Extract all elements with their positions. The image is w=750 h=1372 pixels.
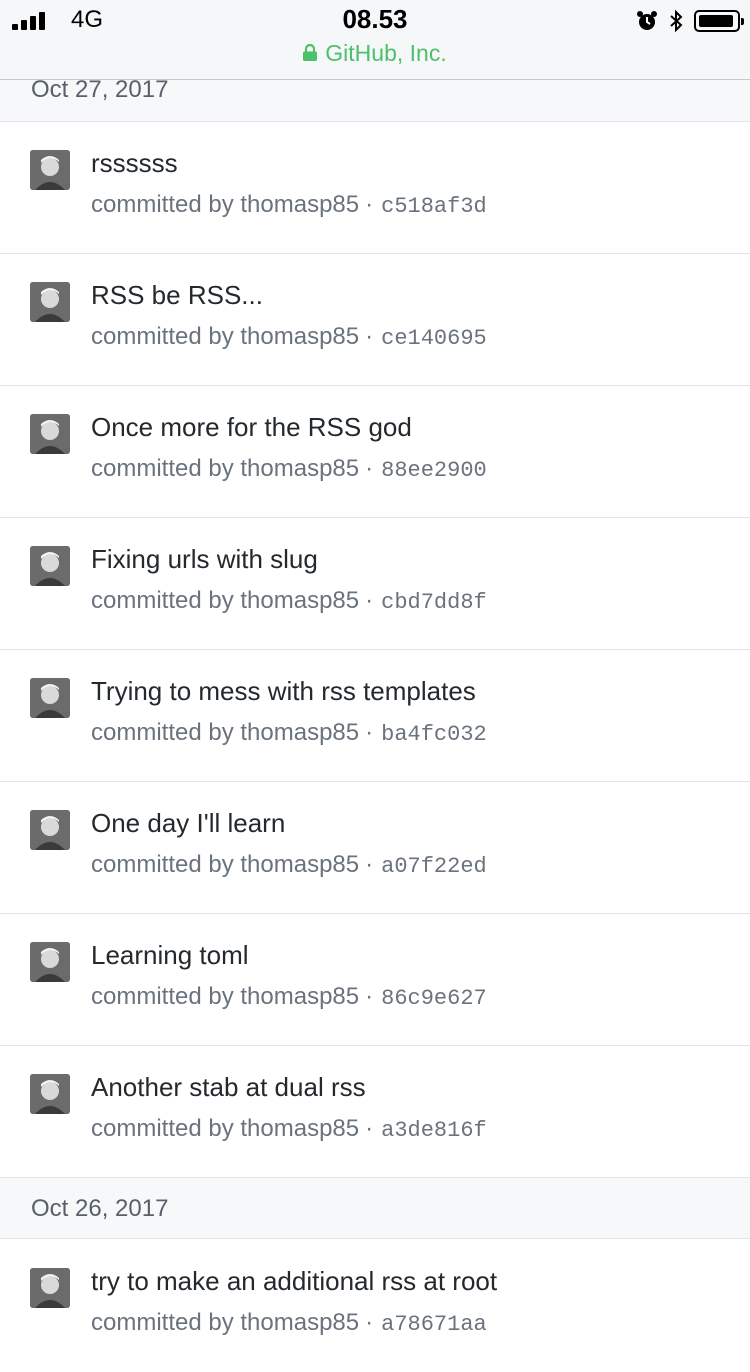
commit-row[interactable]: One day I'll learn committed by thomasp8…: [0, 782, 750, 914]
commit-row[interactable]: try to make an additional rss at root co…: [0, 1240, 750, 1372]
commit-meta: committed by thomasp85 · 88ee2900: [91, 455, 487, 483]
commit-author[interactable]: committed by thomasp85: [91, 1115, 359, 1142]
commit-message[interactable]: Trying to mess with rss templates: [91, 676, 476, 707]
commit-sha[interactable]: cbd7dd8f: [381, 590, 487, 615]
commit-sha[interactable]: a78671aa: [381, 1312, 487, 1337]
avatar[interactable]: [30, 546, 70, 586]
commit-row[interactable]: RSS be RSS... committed by thomasp85 · ce1…: [0, 254, 750, 386]
commit-meta: committed by thomasp85 · cbd7dd8f: [91, 587, 487, 615]
avatar[interactable]: [30, 1074, 70, 1114]
lock-icon: [303, 44, 318, 62]
site-name: GitHub, Inc.: [325, 40, 447, 66]
avatar[interactable]: [30, 150, 70, 190]
commit-message[interactable]: Once more for the RSS god: [91, 412, 412, 443]
commit-sha[interactable]: 88ee2900: [381, 458, 487, 483]
commit-author[interactable]: committed by thomasp85: [91, 983, 359, 1010]
avatar[interactable]: [30, 282, 70, 322]
separator: ·: [365, 323, 374, 350]
commit-meta: committed by thomasp85 · ba4fc032: [91, 719, 487, 747]
commit-author[interactable]: committed by thomasp85: [91, 587, 359, 614]
commit-message[interactable]: Fixing urls with slug: [91, 544, 318, 575]
commit-message[interactable]: Another stab at dual rss: [91, 1072, 366, 1103]
separator: ·: [365, 719, 374, 746]
avatar[interactable]: [30, 810, 70, 850]
commit-message[interactable]: One day I'll learn: [91, 808, 285, 839]
alarm-icon: [637, 11, 657, 30]
commit-message[interactable]: RSS be RSS...: [91, 280, 263, 311]
commit-row[interactable]: Another stab at dual rss committed by th…: [0, 1046, 750, 1178]
commit-meta: committed by thomasp85 · c518af3d: [91, 191, 487, 219]
commit-meta: committed by thomasp85 · a07f22ed: [91, 851, 487, 879]
avatar[interactable]: [30, 1268, 70, 1308]
separator: ·: [365, 1309, 374, 1336]
site-identity[interactable]: GitHub, Inc.: [0, 40, 750, 67]
bluetooth-icon: [670, 9, 683, 33]
status-icons: [636, 8, 744, 34]
commit-sha[interactable]: ce140695: [381, 326, 487, 351]
commit-row[interactable]: rssssss committed by thomasp85 · c518af3d: [0, 122, 750, 254]
commit-author[interactable]: committed by thomasp85: [91, 851, 359, 878]
date-label: Oct 27, 2017: [31, 76, 169, 103]
commit-sha[interactable]: a07f22ed: [381, 854, 487, 879]
commit-sha[interactable]: 86c9e627: [381, 986, 487, 1011]
date-label: Oct 26, 2017: [31, 1195, 169, 1222]
commit-row[interactable]: Learning toml committed by thomasp85 · 86c…: [0, 914, 750, 1046]
commit-author[interactable]: committed by thomasp85: [91, 1309, 359, 1336]
battery-icon: [694, 10, 744, 32]
commit-sha[interactable]: c518af3d: [381, 194, 487, 219]
separator: ·: [365, 587, 374, 614]
date-header: Oct 27, 2017: [0, 78, 750, 122]
commit-row[interactable]: Trying to mess with rss templates commit…: [0, 650, 750, 782]
commit-row[interactable]: Fixing urls with slug committed by thoma…: [0, 518, 750, 650]
commit-author[interactable]: committed by thomasp85: [91, 191, 359, 218]
commit-sha[interactable]: ba4fc032: [381, 722, 487, 747]
separator: ·: [365, 455, 374, 482]
avatar[interactable]: [30, 942, 70, 982]
commit-message[interactable]: Learning toml: [91, 940, 249, 971]
commit-author[interactable]: committed by thomasp85: [91, 455, 359, 482]
commit-row[interactable]: Once more for the RSS god committed by t…: [0, 386, 750, 518]
commit-meta: committed by thomasp85 · 86c9e627: [91, 983, 487, 1011]
commit-author[interactable]: committed by thomasp85: [91, 323, 359, 350]
avatar[interactable]: [30, 414, 70, 454]
commit-message[interactable]: try to make an additional rss at root: [91, 1266, 497, 1297]
commit-meta: committed by thomasp85 · a3de816f: [91, 1115, 487, 1143]
commit-author[interactable]: committed by thomasp85: [91, 719, 359, 746]
separator: ·: [365, 851, 374, 878]
separator: ·: [365, 191, 374, 218]
commit-meta: committed by thomasp85 · ce140695: [91, 323, 487, 351]
status-bar: 4G 08.53 GitHub, Inc.: [0, 0, 750, 80]
commit-message[interactable]: rssssss: [91, 148, 178, 179]
separator: ·: [365, 983, 374, 1010]
avatar[interactable]: [30, 678, 70, 718]
date-header: Oct 26, 2017: [0, 1177, 750, 1239]
commit-sha[interactable]: a3de816f: [381, 1118, 487, 1143]
separator: ·: [365, 1115, 374, 1142]
commit-meta: committed by thomasp85 · a78671aa: [91, 1309, 487, 1337]
